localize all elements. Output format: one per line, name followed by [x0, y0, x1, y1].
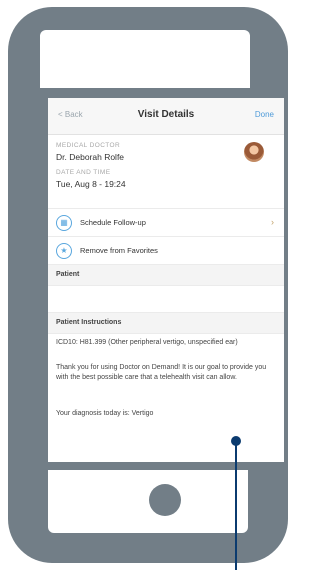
doctor-role-label: MEDICAL DOCTOR [56, 142, 121, 149]
patient-section-title: Patient [56, 271, 80, 278]
chevron-right-icon: › [271, 217, 274, 227]
datetime-label: DATE AND TIME [56, 169, 111, 176]
doctor-info: MEDICAL DOCTOR Dr. Deborah Rolfe DATE AN… [56, 142, 126, 189]
thanks-text: Thank you for using Doctor on Demand! It… [56, 364, 267, 381]
avatar [244, 142, 264, 162]
patient-section-header: Patient [48, 264, 284, 286]
pointer-line [235, 444, 237, 570]
phone-bottom-bezel [48, 470, 248, 533]
star-icon: ★ [56, 243, 72, 259]
remove-favorites-row[interactable]: ★ Remove from Favorites [48, 236, 284, 265]
done-button[interactable]: Done [255, 110, 274, 119]
home-button[interactable] [149, 484, 181, 516]
schedule-follow-up-label: Schedule Follow-up [80, 218, 146, 227]
nav-bar: < Back Visit Details Done [48, 98, 284, 135]
app-screen: < Back Visit Details Done MEDICAL DOCTOR… [48, 98, 284, 462]
diagnosis-text: Your diagnosis today is: Vertigo [56, 410, 154, 417]
visit-datetime: Tue, Aug 8 - 19:24 [56, 179, 126, 189]
schedule-follow-up-row[interactable]: ▦ Schedule Follow-up › [48, 208, 284, 237]
instructions-section-header: Patient Instructions [48, 312, 284, 334]
icd-code-text: ICD10: H81.399 (Other peripheral vertigo… [56, 339, 238, 346]
calendar-icon: ▦ [56, 215, 72, 231]
page-title: Visit Details [137, 109, 195, 120]
doctor-name: Dr. Deborah Rolfe [56, 152, 125, 162]
remove-favorites-label: Remove from Favorites [80, 246, 158, 255]
instructions-section-title: Patient Instructions [56, 319, 122, 326]
patient-row [48, 285, 284, 312]
phone-top-bezel [40, 30, 250, 88]
